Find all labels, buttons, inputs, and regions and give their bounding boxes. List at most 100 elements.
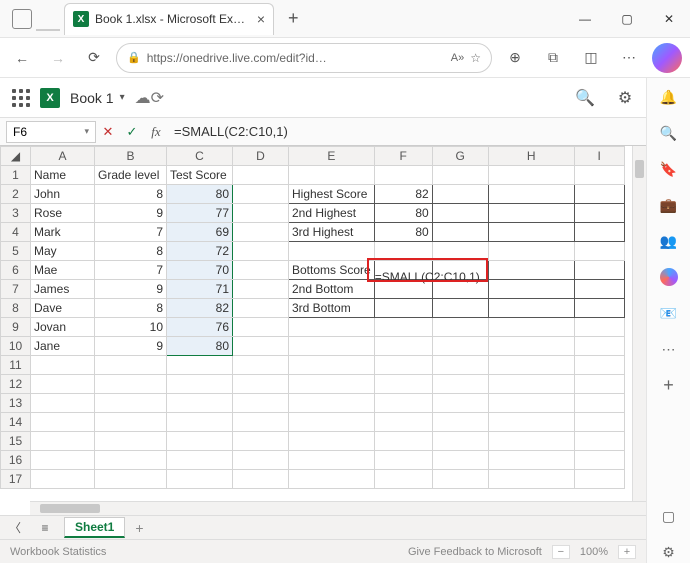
cell[interactable] — [574, 413, 624, 432]
active-cell[interactable]: =SMALL(C2:C10,1) — [374, 261, 432, 280]
cell[interactable] — [574, 337, 624, 356]
cell[interactable] — [167, 413, 233, 432]
cell[interactable] — [574, 261, 624, 280]
cell[interactable] — [574, 375, 624, 394]
cell[interactable] — [488, 394, 574, 413]
settings-icon[interactable]: ⚙ — [610, 83, 640, 113]
col-header[interactable]: D — [233, 147, 289, 166]
cell[interactable] — [432, 451, 488, 470]
col-header[interactable]: G — [432, 147, 488, 166]
cell[interactable] — [95, 394, 167, 413]
copilot-icon[interactable] — [652, 43, 682, 73]
cell[interactable] — [432, 242, 488, 261]
cell[interactable]: James — [31, 280, 95, 299]
cell[interactable] — [167, 394, 233, 413]
cell[interactable] — [432, 223, 488, 242]
cell[interactable] — [432, 337, 488, 356]
cell[interactable] — [31, 470, 95, 489]
cell[interactable]: 80 — [374, 223, 432, 242]
cell[interactable] — [488, 223, 574, 242]
zoom-level[interactable]: 100% — [580, 546, 608, 558]
cell[interactable] — [95, 375, 167, 394]
tab-placeholder[interactable] — [36, 7, 60, 31]
cell[interactable] — [374, 394, 432, 413]
cell[interactable] — [574, 204, 624, 223]
row-header[interactable]: 16 — [1, 451, 31, 470]
row-header[interactable]: 12 — [1, 375, 31, 394]
app-launcher-icon[interactable] — [12, 89, 30, 107]
col-header[interactable]: C — [167, 147, 233, 166]
cell[interactable] — [233, 261, 289, 280]
confirm-icon[interactable]: ✓ — [120, 124, 144, 140]
cell[interactable] — [488, 299, 574, 318]
col-header[interactable]: I — [574, 147, 624, 166]
cell[interactable]: 9 — [95, 337, 167, 356]
cell[interactable] — [574, 432, 624, 451]
cell[interactable] — [95, 356, 167, 375]
sheet-nav-left[interactable]: 〈 — [0, 519, 30, 536]
refresh-button[interactable]: ⟳ — [80, 44, 108, 72]
cell[interactable] — [31, 394, 95, 413]
cell[interactable] — [289, 413, 375, 432]
cell[interactable] — [289, 242, 375, 261]
row-header[interactable]: 15 — [1, 432, 31, 451]
people-icon[interactable] — [658, 230, 680, 252]
notifications-icon[interactable] — [658, 86, 680, 108]
url-input[interactable]: 🔒 https://onedrive.live.com/edit?id… A» … — [116, 43, 492, 73]
zoom-in-button[interactable]: + — [618, 545, 636, 559]
cell[interactable] — [233, 375, 289, 394]
cell[interactable]: Mark — [31, 223, 95, 242]
cell[interactable]: Mae — [31, 261, 95, 280]
select-all-corner[interactable]: ◢ — [1, 147, 31, 166]
cell[interactable] — [488, 185, 574, 204]
cell[interactable]: 8 — [95, 185, 167, 204]
row-header[interactable]: 13 — [1, 394, 31, 413]
cell[interactable] — [574, 356, 624, 375]
new-tab-button[interactable]: + — [278, 8, 309, 29]
cell[interactable] — [574, 166, 624, 185]
cell[interactable]: Rose — [31, 204, 95, 223]
more-icon[interactable] — [658, 338, 680, 360]
cell[interactable]: Dave — [31, 299, 95, 318]
cell[interactable]: May — [31, 242, 95, 261]
cell[interactable] — [488, 261, 574, 280]
close-window-button[interactable]: ✕ — [648, 0, 690, 38]
row-header[interactable]: 2 — [1, 185, 31, 204]
row-header[interactable]: 9 — [1, 318, 31, 337]
browser-tab-active[interactable]: X Book 1.xlsx - Microsoft Excel Onl × — [64, 3, 274, 35]
cell[interactable] — [374, 375, 432, 394]
reader-badge[interactable]: A» — [451, 52, 464, 64]
cell[interactable] — [374, 166, 432, 185]
cell[interactable] — [374, 318, 432, 337]
favorite-icon[interactable]: ☆ — [470, 51, 481, 65]
cell[interactable] — [574, 242, 624, 261]
fx-icon[interactable]: fx — [144, 124, 168, 140]
cell[interactable]: 3rd Bottom — [289, 299, 375, 318]
cell[interactable] — [374, 432, 432, 451]
cell[interactable]: 80 — [167, 185, 233, 204]
cell[interactable] — [289, 337, 375, 356]
briefcase-icon[interactable] — [658, 194, 680, 216]
row-header[interactable]: 8 — [1, 299, 31, 318]
add-app-icon[interactable] — [658, 374, 680, 396]
chevron-down-icon[interactable]: ▾ — [84, 126, 89, 137]
cell[interactable] — [574, 299, 624, 318]
cell[interactable] — [233, 356, 289, 375]
cell[interactable] — [374, 470, 432, 489]
search-icon[interactable]: 🔍 — [570, 83, 600, 113]
document-name[interactable]: Book 1 — [70, 90, 114, 106]
cell[interactable] — [574, 318, 624, 337]
cell[interactable] — [488, 375, 574, 394]
cell[interactable]: 71 — [167, 280, 233, 299]
cell[interactable] — [574, 470, 624, 489]
cell[interactable] — [432, 394, 488, 413]
cell[interactable] — [31, 375, 95, 394]
outlook-icon[interactable] — [658, 302, 680, 324]
cell[interactable]: 76 — [167, 318, 233, 337]
cell[interactable]: 2nd Highest — [289, 204, 375, 223]
cell[interactable] — [233, 318, 289, 337]
cell[interactable]: 3rd Highest — [289, 223, 375, 242]
cell[interactable] — [289, 318, 375, 337]
cell[interactable]: 69 — [167, 223, 233, 242]
cell[interactable]: 7 — [95, 261, 167, 280]
